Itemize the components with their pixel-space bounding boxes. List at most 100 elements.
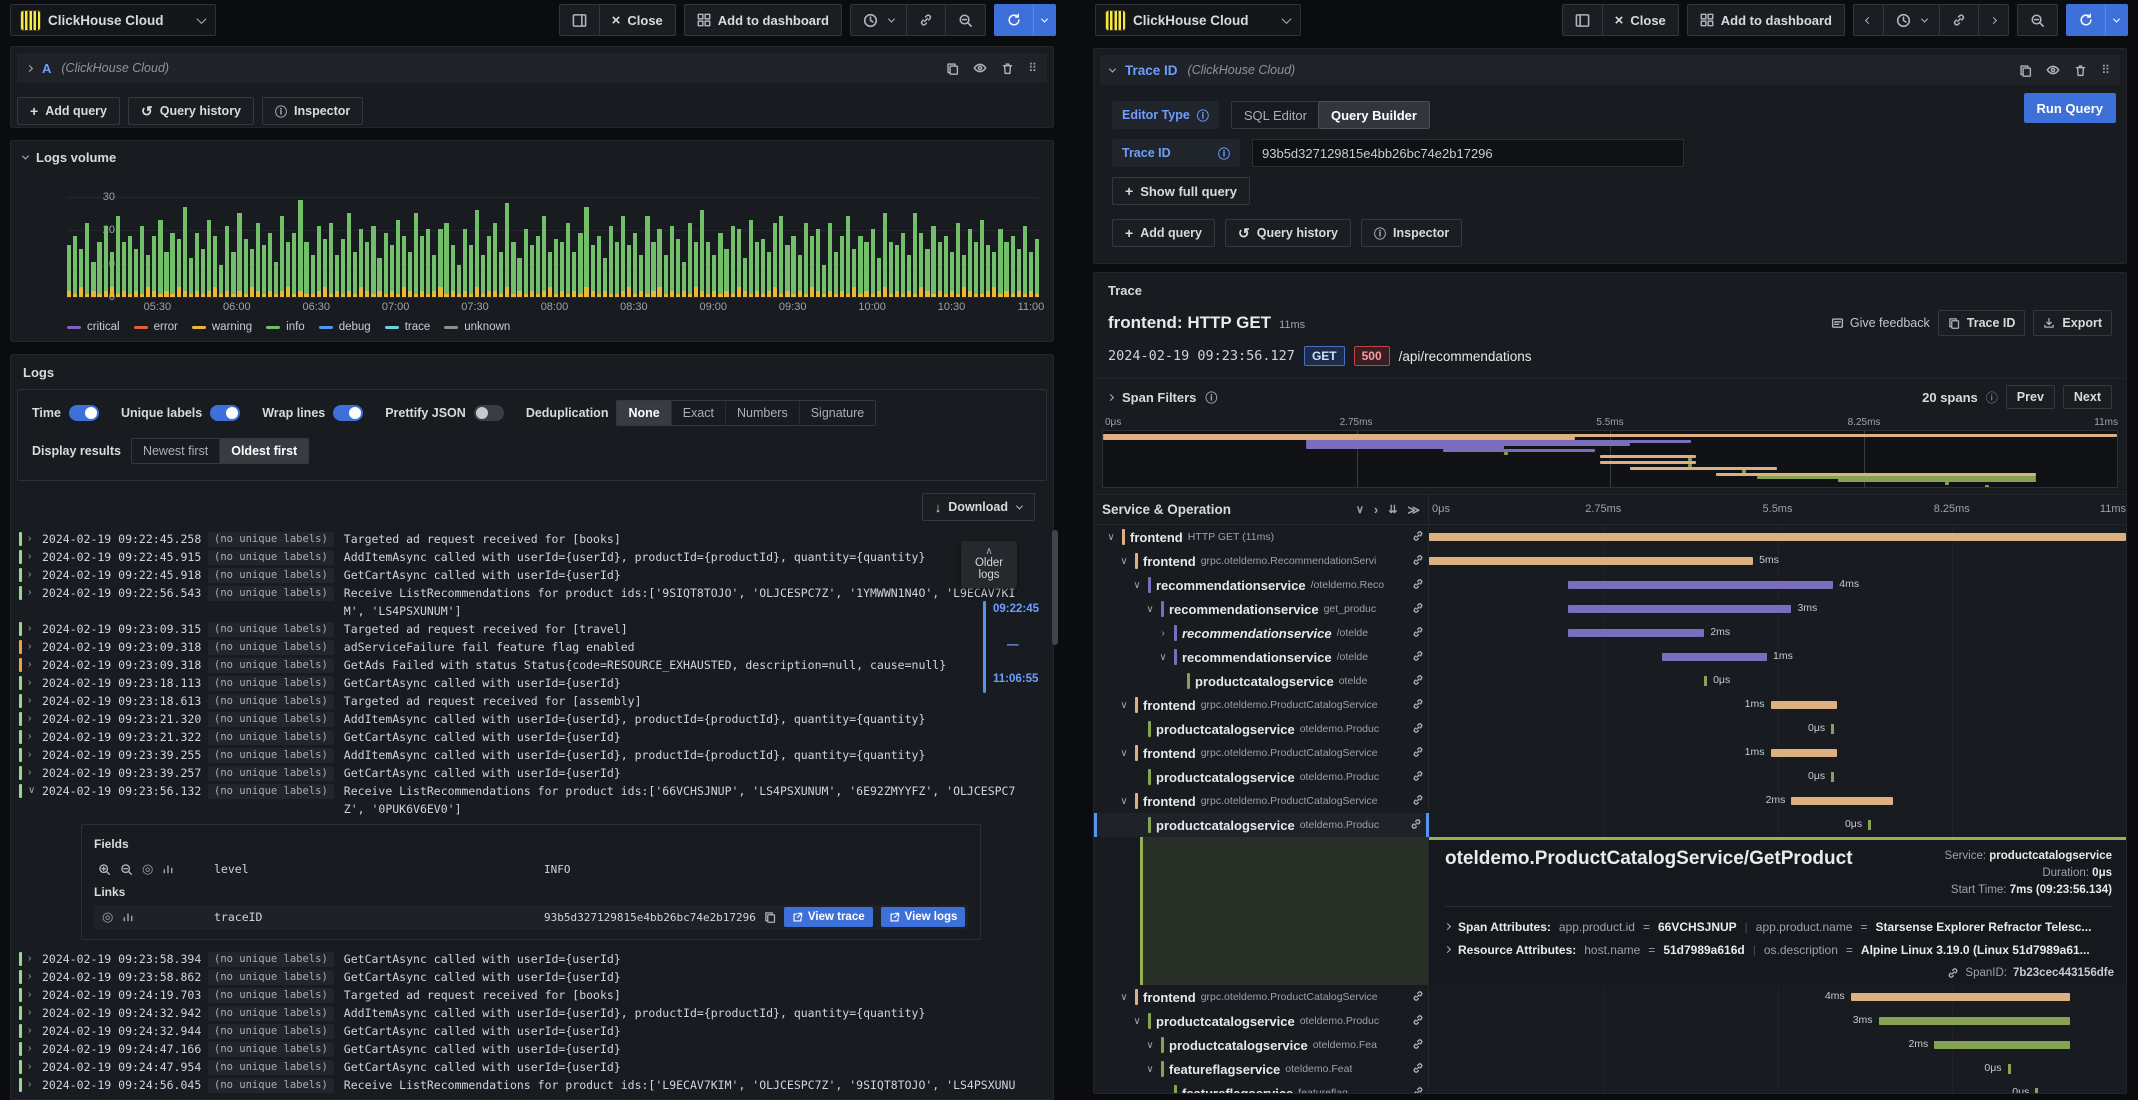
- copy-trace-id-button[interactable]: Trace ID: [1937, 310, 2026, 336]
- span-link-icon[interactable]: [1412, 602, 1424, 614]
- refresh-button[interactable]: [2066, 4, 2105, 36]
- time-picker-button[interactable]: [850, 4, 906, 36]
- log-row[interactable]: › 2024-02-19 09:22:56.543 (no unique label…: [19, 584, 1035, 620]
- left-close-button[interactable]: × Close: [598, 4, 676, 36]
- span-duration-bar[interactable]: [1770, 749, 1837, 757]
- time-picker-button[interactable]: [1883, 4, 1939, 36]
- right-datasource-picker[interactable]: ClickHouse Cloud: [1095, 4, 1301, 36]
- log-row[interactable]: › 2024-02-19 09:23:58.862 (no unique label…: [19, 968, 1035, 986]
- left-datasource-picker[interactable]: ClickHouse Cloud: [10, 4, 216, 36]
- legend-item-unknown[interactable]: unknown: [444, 321, 510, 333]
- right-inspector-button[interactable]: ⓘ Inspector: [1361, 219, 1463, 247]
- trace-minimap[interactable]: 0μs 2.75ms 5.5ms 8.25ms 11ms: [1102, 417, 2118, 488]
- span-duration-bar[interactable]: [1429, 533, 2126, 541]
- span-row[interactable]: productcatalogservice oteldemo.Produc 0μs: [1094, 765, 2126, 789]
- span-link-icon[interactable]: [1412, 674, 1424, 686]
- zoom-out-button[interactable]: [945, 4, 986, 36]
- prettify-json-toggle[interactable]: [473, 405, 504, 421]
- span-duration-bar[interactable]: [1934, 1041, 2071, 1049]
- span-duration-bar[interactable]: [2007, 1064, 2011, 1074]
- span-duration-bar[interactable]: [1850, 993, 2071, 1001]
- collapse-pane-button[interactable]: [1561, 4, 1602, 36]
- log-row[interactable]: › 2024-02-19 09:22:45.918 (no unique label…: [19, 566, 1035, 584]
- chevron-down-icon[interactable]: ∨: [1131, 580, 1143, 591]
- share-link-button[interactable]: [906, 4, 945, 36]
- span-attributes-row[interactable]: Span Attributes: app.product.id = 66VCHSJNU…: [1443, 915, 2112, 938]
- chevron-down-icon[interactable]: ∨: [1118, 748, 1130, 759]
- log-row[interactable]: › 2024-02-19 09:22:45.258 (no unique label…: [19, 530, 1035, 548]
- export-trace-button[interactable]: Export: [2033, 310, 2112, 336]
- log-row[interactable]: › 2024-02-19 09:24:32.944 (no unique label…: [19, 1022, 1035, 1040]
- log-row[interactable]: › 2024-02-19 09:24:19.703 (no unique label…: [19, 986, 1035, 1004]
- chevron-right-icon[interactable]: ›: [1157, 628, 1169, 639]
- view-trace-button[interactable]: View trace: [783, 907, 873, 927]
- chevron-right-icon[interactable]: ›: [28, 638, 42, 656]
- chevron-down-icon[interactable]: ∨: [1105, 532, 1117, 543]
- refresh-button[interactable]: [994, 4, 1033, 36]
- chevron-right-icon[interactable]: ›: [28, 950, 42, 968]
- span-row[interactable]: featureflagservice featureflag 0μs: [1094, 1081, 2126, 1093]
- legend-item-error[interactable]: error: [133, 321, 178, 333]
- span-row[interactable]: ∨ frontend grpc.oteldemo.ProductCatalogSer…: [1094, 985, 2126, 1009]
- stats-icon[interactable]: [162, 863, 174, 875]
- left-scrollbar[interactable]: [1052, 530, 1058, 645]
- view-logs-button[interactable]: View logs: [880, 907, 966, 927]
- log-row[interactable]: › 2024-02-19 09:23:21.320 (no unique label…: [19, 710, 1035, 728]
- unique-labels-toggle[interactable]: [210, 405, 241, 421]
- adhoc-filter-icon[interactable]: ◎: [142, 861, 153, 877]
- collapse-one-icon[interactable]: ∨: [1356, 503, 1364, 516]
- span-row[interactable]: ∨ recommendationservice get_produc 3ms: [1094, 597, 2126, 621]
- span-duration-bar[interactable]: [1568, 605, 1792, 613]
- expand-all-icon[interactable]: ≫: [1407, 503, 1420, 517]
- deduplication-segmented[interactable]: None Exact Numbers Signature: [616, 400, 877, 426]
- span-row[interactable]: ∨ frontend grpc.oteldemo.ProductCatalogSer…: [1094, 693, 2126, 717]
- prev-span-button[interactable]: Prev: [2005, 385, 2055, 409]
- wrap-lines-toggle[interactable]: [333, 405, 364, 421]
- collapse-pane-button[interactable]: [558, 4, 599, 36]
- chevron-down-icon[interactable]: ∨: [1118, 700, 1130, 711]
- span-link-icon[interactable]: [1412, 770, 1424, 782]
- sql-editor-option[interactable]: SQL Editor: [1232, 102, 1319, 128]
- span-id[interactable]: SpanID: 7b23cec443156dfe: [1947, 967, 2114, 979]
- right-add-query-button[interactable]: + Add query: [1112, 219, 1215, 247]
- log-row[interactable]: › 2024-02-19 09:22:45.915 (no unique label…: [19, 548, 1035, 566]
- span-row[interactable]: ∨ frontend HTTP GET (11ms): [1094, 525, 2126, 549]
- span-row[interactable]: productcatalogservice oteldemo.Produc 0μs: [1094, 813, 2126, 837]
- span-duration-bar[interactable]: [1429, 557, 1754, 565]
- log-row[interactable]: › 2024-02-19 09:23:58.394 (no unique label…: [19, 950, 1035, 968]
- legend-item-trace[interactable]: trace: [384, 321, 430, 333]
- log-row[interactable]: › 2024-02-19 09:24:47.166 (no unique label…: [19, 1040, 1035, 1058]
- span-row[interactable]: productcatalogservice oteldemo.Produc 0μs: [1094, 717, 2126, 741]
- span-duration-bar[interactable]: [2035, 1088, 2039, 1093]
- span-row[interactable]: ∨ frontend grpc.oteldemo.ProductCatalogSer…: [1094, 789, 2126, 813]
- chevron-right-icon[interactable]: ›: [28, 530, 42, 548]
- copy-query-icon[interactable]: [2019, 64, 2032, 77]
- filter-for-icon[interactable]: [98, 863, 111, 876]
- left-inspector-button[interactable]: ⓘ Inspector: [262, 97, 364, 125]
- chevron-right-icon[interactable]: ›: [28, 968, 42, 986]
- logs-volume-chart[interactable]: 0102030: [67, 191, 1040, 303]
- chevron-down-icon[interactable]: ∨: [1118, 796, 1130, 807]
- span-link-icon[interactable]: [1412, 650, 1424, 662]
- log-row[interactable]: › 2024-02-19 09:23:21.322 (no unique label…: [19, 728, 1035, 746]
- chevron-right-icon[interactable]: ›: [28, 1076, 42, 1094]
- log-row[interactable]: › 2024-02-19 09:23:18.613 (no unique label…: [19, 692, 1035, 710]
- span-duration-bar[interactable]: [1791, 797, 1893, 805]
- dedup-option-numbers[interactable]: Numbers: [726, 401, 800, 425]
- query-row-header[interactable]: Trace ID (ClickHouse Cloud) ⠿: [1100, 55, 2120, 85]
- give-feedback-link[interactable]: Give feedback: [1831, 316, 1930, 330]
- log-row[interactable]: › 2024-02-19 09:24:32.942 (no unique label…: [19, 1004, 1035, 1022]
- right-close-button[interactable]: × Close: [1601, 4, 1679, 36]
- filter-out-icon[interactable]: [120, 863, 133, 876]
- span-row[interactable]: ∨ productcatalogservice oteldemo.Produc 3ms: [1094, 1009, 2126, 1033]
- span-link-icon[interactable]: [1412, 746, 1424, 758]
- drag-handle-icon[interactable]: ⠿: [2101, 63, 2110, 77]
- chevron-right-icon[interactable]: ›: [28, 548, 42, 566]
- right-query-history-button[interactable]: ↺ Query history: [1225, 219, 1352, 247]
- dedup-option-none[interactable]: None: [617, 401, 672, 425]
- span-row[interactable]: ∨ productcatalogservice oteldemo.Fea 2ms: [1094, 1033, 2126, 1057]
- stats-icon[interactable]: [122, 911, 134, 923]
- run-query-button[interactable]: Run Query: [2023, 93, 2116, 123]
- log-row[interactable]: › 2024-02-19 09:23:09.318 (no unique label…: [19, 656, 1035, 674]
- span-filters-toggle[interactable]: Span Filters ⓘ: [1106, 389, 1217, 406]
